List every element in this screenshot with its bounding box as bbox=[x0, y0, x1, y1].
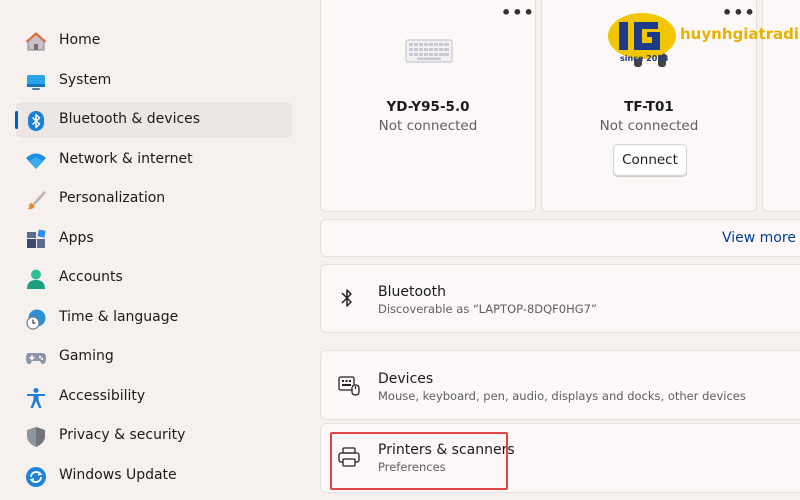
sidebar-item-windows-update[interactable]: Windows Update bbox=[16, 458, 292, 494]
devices-icon bbox=[338, 376, 360, 400]
gamepad-icon bbox=[25, 347, 47, 369]
brush-icon bbox=[25, 189, 47, 211]
devices-row[interactable]: Devices Mouse, keyboard, pen, audio, dis… bbox=[320, 350, 800, 420]
home-icon bbox=[25, 31, 47, 53]
account-icon bbox=[25, 268, 47, 290]
watermark-text: huynhgiatrading bbox=[680, 25, 800, 43]
sidebar-item-label: Accessibility bbox=[59, 388, 146, 404]
sidebar-item-label: Bluetooth & devices bbox=[59, 111, 201, 127]
device-status: Not connected bbox=[599, 118, 699, 134]
sidebar-item-home[interactable]: Home bbox=[16, 23, 292, 59]
wifi-icon bbox=[25, 150, 47, 172]
row-subtitle: Discoverable as “LAPTOP-8DQF0HG7” bbox=[378, 302, 597, 316]
bluetooth-icon bbox=[25, 110, 47, 132]
watermark-since: since 2013 bbox=[620, 54, 669, 63]
sidebar-item-gaming[interactable]: Gaming bbox=[16, 339, 292, 375]
device-name: YD-Y95-5.0 bbox=[386, 99, 470, 115]
selection-indicator bbox=[15, 111, 18, 129]
sidebar-item-system[interactable]: System bbox=[16, 63, 292, 99]
sidebar-item-accounts[interactable]: Accounts bbox=[16, 260, 292, 296]
watermark-logo: huynhgiatrading since 2013 bbox=[606, 12, 800, 68]
sidebar: Home System Bluetooth & devices Network … bbox=[0, 0, 300, 500]
sidebar-item-personalization[interactable]: Personalization bbox=[16, 181, 292, 217]
clock-globe-icon bbox=[25, 308, 47, 330]
bluetooth-symbol-icon bbox=[339, 287, 355, 313]
bluetooth-row[interactable]: Bluetooth Discoverable as “LAPTOP-8DQF0H… bbox=[320, 264, 800, 333]
row-title: Bluetooth bbox=[378, 284, 446, 300]
device-status: Not connected bbox=[378, 118, 478, 134]
row-subtitle: Mouse, keyboard, pen, audio, displays an… bbox=[378, 389, 746, 403]
sidebar-item-label: Gaming bbox=[59, 348, 114, 364]
apps-icon bbox=[25, 229, 47, 251]
sidebar-item-label: Personalization bbox=[59, 190, 166, 206]
view-more-link[interactable]: View more d bbox=[722, 230, 800, 246]
sidebar-item-apps[interactable]: Apps bbox=[16, 221, 292, 257]
more-options-icon[interactable]: ••• bbox=[501, 3, 535, 22]
sidebar-item-label: System bbox=[59, 72, 112, 88]
row-title: Devices bbox=[378, 371, 434, 387]
highlight-annotation bbox=[330, 432, 508, 490]
sidebar-item-label: Network & internet bbox=[59, 151, 193, 167]
connect-button[interactable]: Connect bbox=[613, 144, 687, 176]
device-card[interactable]: ••• YD-Y95-5.0 Not connected bbox=[320, 0, 536, 212]
sidebar-item-label: Accounts bbox=[59, 269, 123, 285]
shield-icon bbox=[25, 426, 47, 448]
sidebar-item-time-language[interactable]: Time & language bbox=[16, 300, 292, 336]
sidebar-item-label: Windows Update bbox=[59, 467, 177, 483]
device-name: TF-T01 bbox=[624, 99, 674, 115]
update-icon bbox=[25, 466, 47, 488]
sidebar-item-label: Privacy & security bbox=[59, 427, 186, 443]
sidebar-item-label: Home bbox=[59, 32, 101, 48]
view-more-row[interactable]: View more d bbox=[320, 219, 800, 257]
sidebar-item-label: Time & language bbox=[59, 309, 179, 325]
accessibility-icon bbox=[25, 387, 47, 409]
sidebar-item-bluetooth-devices[interactable]: Bluetooth & devices bbox=[15, 102, 292, 138]
sidebar-item-network[interactable]: Network & internet bbox=[16, 142, 292, 178]
system-icon bbox=[25, 71, 47, 93]
keyboard-icon bbox=[405, 39, 453, 67]
sidebar-item-label: Apps bbox=[59, 230, 94, 246]
sidebar-item-accessibility[interactable]: Accessibility bbox=[16, 379, 292, 415]
sidebar-item-privacy[interactable]: Privacy & security bbox=[16, 418, 292, 454]
